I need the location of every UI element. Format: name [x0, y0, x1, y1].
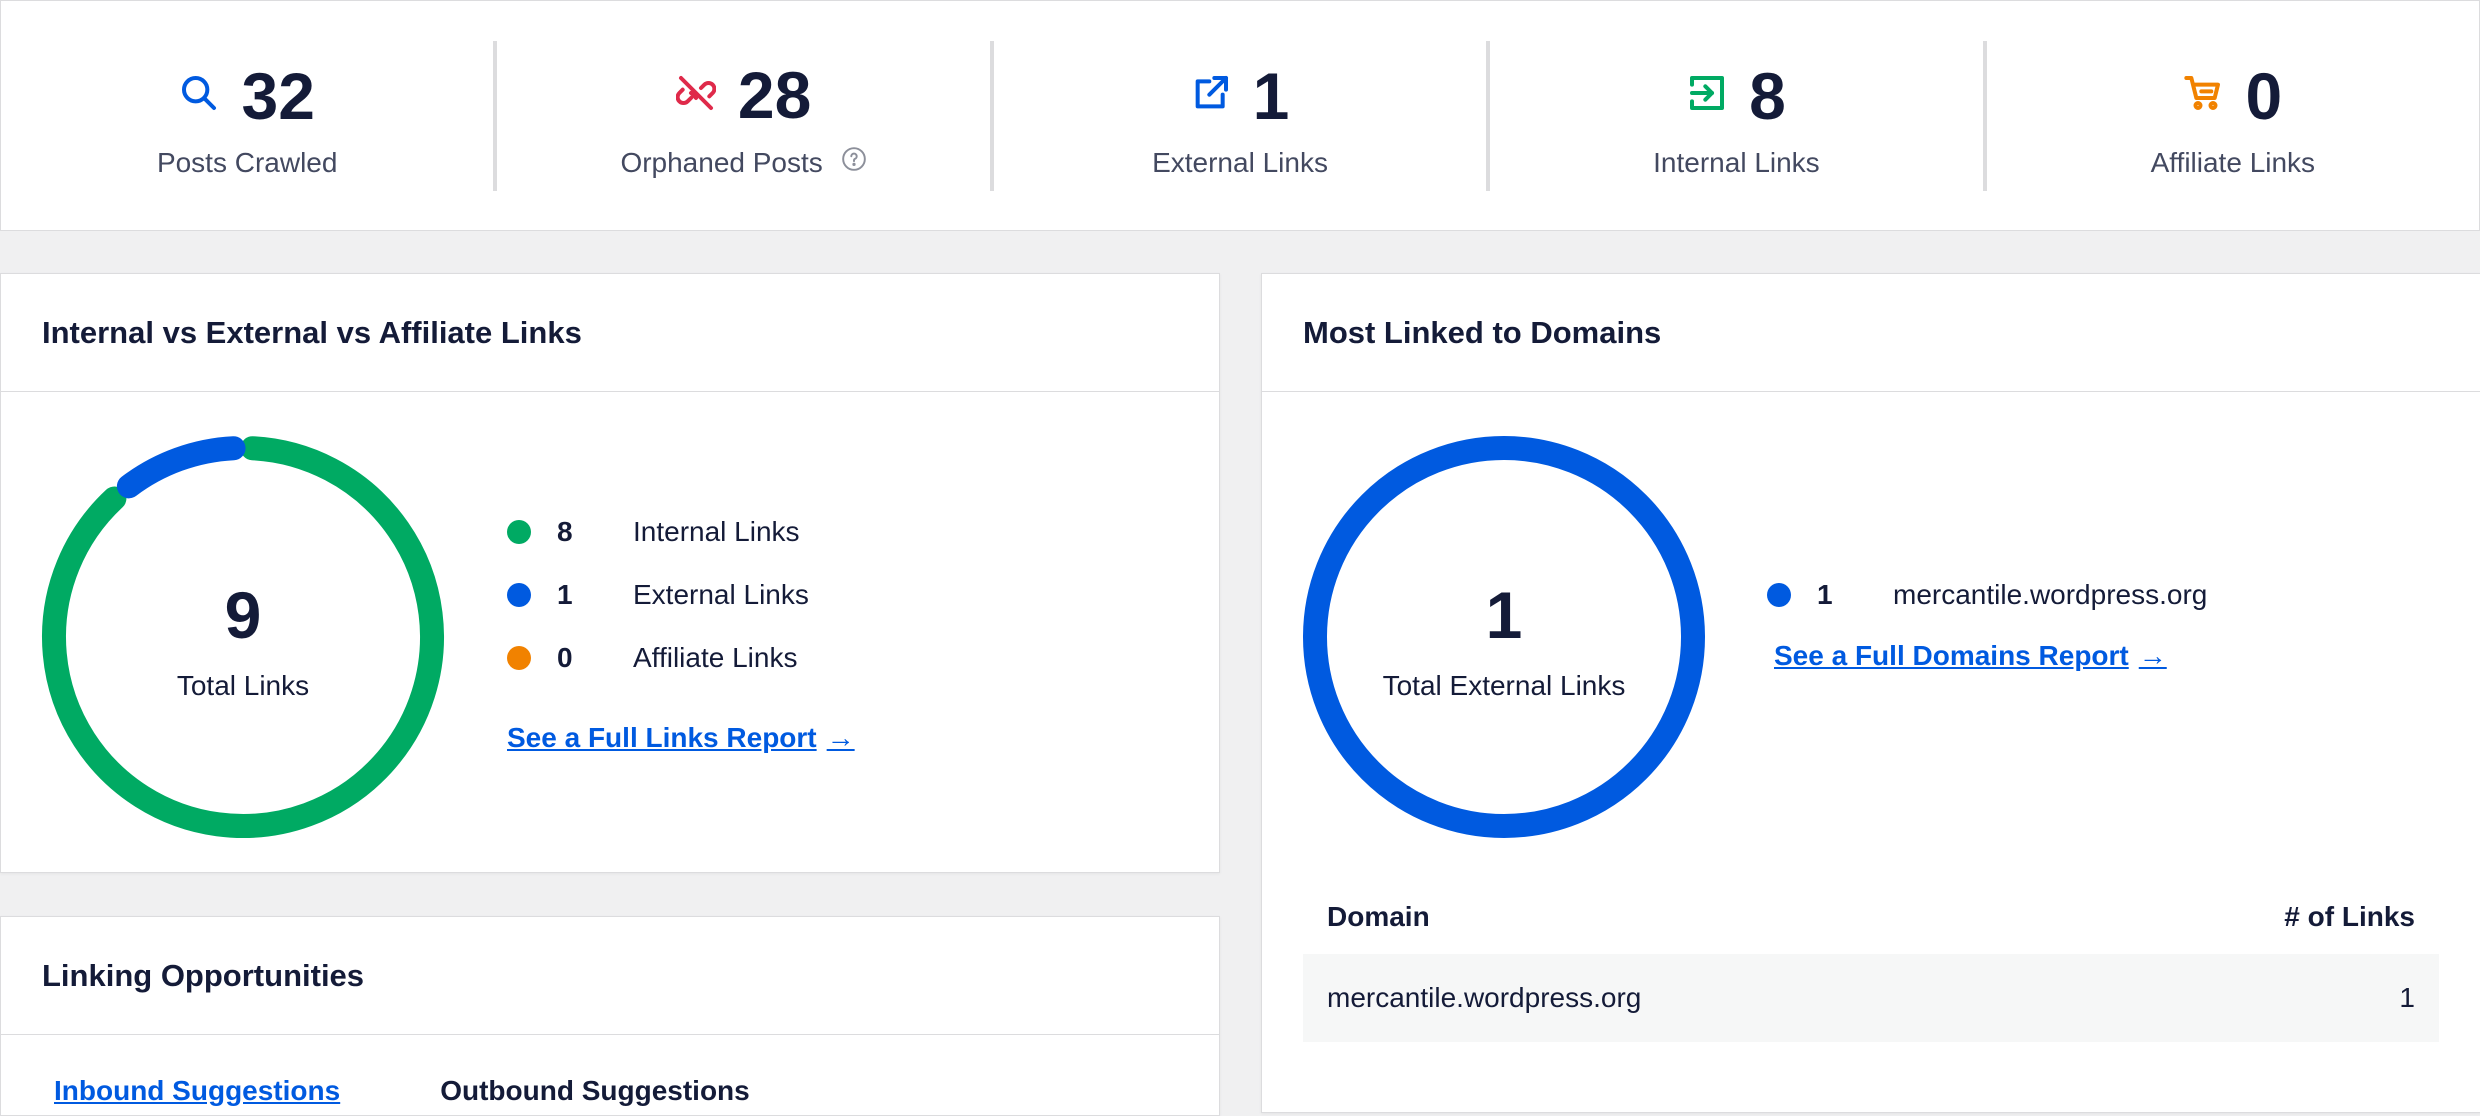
links-donut-chart: 9 Total Links [41, 435, 445, 839]
full-links-report-link[interactable]: See a Full Links Report → [507, 722, 855, 754]
stat-affiliate-links: 0 Affiliate Links [1982, 40, 2479, 191]
legend-item-domain: 1 mercantile.wordpress.org [1767, 563, 2207, 626]
card-title: Most Linked to Domains [1303, 314, 1662, 350]
legend-item-external: 1 External Links [507, 563, 855, 626]
total-links-label: Total Links [176, 670, 310, 701]
suggestion-tabs: Inbound Suggestions Outbound Suggestions [42, 1075, 750, 1107]
internal-dot-icon [507, 519, 531, 544]
stat-value: 8 [1749, 58, 1786, 133]
tab-inbound-suggestions[interactable]: Inbound Suggestions [42, 1075, 340, 1107]
linked-domains-card: Most Linked to Domains 1 Total External … [1261, 273, 2480, 1113]
legend-count: 8 [557, 515, 573, 547]
tab-outbound-suggestions[interactable]: Outbound Suggestions [440, 1075, 750, 1107]
domains-donut-chart: 1 Total External Links [1302, 435, 1706, 839]
internal-link-icon [1687, 73, 1727, 118]
stat-internal-links: 8 Internal Links [1486, 40, 1982, 191]
links-legend: 8 Internal Links 1 External Links 0 Affi… [507, 500, 855, 754]
stat-label: External Links [1152, 146, 1328, 178]
stat-value: 32 [241, 58, 315, 133]
legend-count: 1 [1817, 578, 1833, 610]
stat-label: Internal Links [1653, 146, 1820, 178]
stat-label: Posts Crawled [156, 146, 338, 178]
linking-opportunities-card: Linking Opportunities Inbound Suggestion… [0, 916, 1220, 1116]
column-header-domain: Domain [1327, 900, 1430, 932]
domain-dot-icon [1767, 582, 1791, 607]
legend-label: Internal Links [633, 515, 800, 547]
total-external-label: Total External Links [1382, 670, 1626, 701]
legend-count: 1 [557, 578, 573, 610]
stat-external-links: 1 External Links [989, 40, 1486, 191]
stat-label: Affiliate Links [2150, 146, 2316, 178]
external-dot-icon [507, 582, 531, 607]
stat-value: 1 [1252, 58, 1290, 133]
external-link-icon [1191, 73, 1231, 118]
stat-orphaned-posts: 28 Orphaned Posts [493, 40, 989, 191]
legend-label: Affiliate Links [633, 641, 798, 673]
domain-cell: mercantile.wordpress.org [1327, 982, 1642, 1013]
domains-legend: 1 mercantile.wordpress.org See a Full Do… [1767, 563, 2207, 672]
column-header-links: # of Links [2284, 900, 2415, 932]
help-icon[interactable] [841, 146, 867, 179]
total-external-value: 1 [1485, 578, 1523, 652]
stats-bar: 32 Posts Crawled 28 Orphaned Posts 1 Ext… [0, 0, 2480, 231]
broken-link-icon [675, 73, 717, 118]
stat-value: 28 [737, 58, 812, 132]
affiliate-dot-icon [507, 645, 531, 670]
legend-label: mercantile.wordpress.org [1893, 578, 2208, 610]
legend-item-internal: 8 Internal Links [507, 500, 855, 563]
cart-icon [2183, 73, 2223, 118]
legend-count: 0 [557, 641, 573, 673]
search-icon [179, 73, 219, 118]
report-link-label: See a Full Links Report [507, 722, 817, 753]
stat-posts-crawled: 32 Posts Crawled [1, 41, 493, 191]
legend-item-affiliate: 0 Affiliate Links [507, 626, 855, 689]
stat-value: 0 [2245, 58, 2283, 133]
full-domains-report-link[interactable]: See a Full Domains Report → [1774, 640, 2167, 672]
arrow-right-icon: → [826, 722, 855, 753]
legend-label: External Links [633, 578, 809, 610]
table-row: mercantile.wordpress.org 1 [1303, 954, 2439, 1042]
stat-label: Orphaned Posts [620, 146, 823, 178]
arrow-right-icon: → [2138, 640, 2167, 671]
link-count-cell: 1 [2399, 982, 2415, 1013]
report-link-label: See a Full Domains Report [1774, 640, 2129, 671]
links-breakdown-card: Internal vs External vs Affiliate Links … [0, 273, 1220, 873]
domains-table: Domain # of Links mercantile.wordpress.o… [1303, 879, 2439, 1042]
table-header: Domain # of Links [1303, 879, 2439, 954]
card-title: Linking Opportunities [42, 957, 365, 993]
card-title: Internal vs External vs Affiliate Links [42, 314, 582, 350]
total-links-value: 9 [224, 578, 262, 652]
